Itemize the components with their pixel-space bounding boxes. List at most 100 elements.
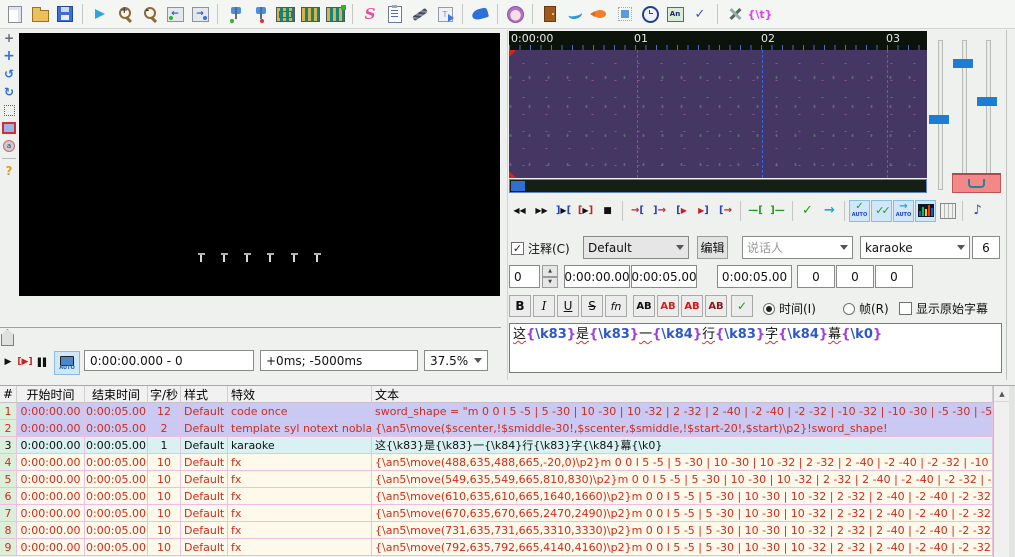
show-original-checkbox[interactable]: 显示原始字幕	[899, 300, 988, 317]
row-end-time[interactable]: 0:00:05.00	[85, 539, 148, 556]
row-index[interactable]: 1	[0, 403, 17, 420]
auto-scroll-toggle[interactable]: → AUTO	[893, 199, 914, 222]
row-text[interactable]: {\an5\move(488,635,488,665,-20,0)\p2}m 0…	[372, 454, 993, 471]
video-auto-seek-toggle[interactable]: AUTO	[54, 351, 80, 375]
audio-spectrogram[interactable]	[509, 50, 927, 178]
row-text[interactable]: {\an5\move($scenter,!$smiddle-30!,$scent…	[372, 420, 993, 437]
auto-commit-toggle[interactable]: ✓ AUTO	[849, 199, 870, 222]
shadow-color-button[interactable]: AB	[705, 295, 727, 317]
table-row[interactable]: 6 0:00:00.00 0:00:05.00 10 Default fx {\…	[0, 488, 1015, 505]
row-effect[interactable]: fx	[228, 522, 372, 539]
zoom-in-icon[interactable]: +	[114, 3, 136, 25]
volume-slider[interactable]	[986, 40, 991, 190]
snap-icon[interactable]	[614, 3, 636, 25]
row-style[interactable]: Default	[181, 471, 228, 488]
comment-checkbox[interactable]: 注释(C)	[511, 240, 570, 257]
underline-button[interactable]: U	[557, 295, 579, 317]
video-play-icon[interactable]: ▶	[2, 351, 14, 373]
karaoke-split-toggle[interactable]	[937, 200, 958, 222]
start-time-field[interactable]: 0:00:00.00	[564, 265, 630, 288]
play-500ms-after-button[interactable]: [→	[715, 200, 736, 222]
row-end-time[interactable]: 0:00:05.00	[85, 505, 148, 522]
row-start-time[interactable]: 0:00:00.00	[17, 488, 85, 505]
table-row[interactable]: 4 0:00:00.00 0:00:05.00 10 Default fx {\…	[0, 454, 1015, 471]
radio-icon[interactable]	[843, 302, 855, 315]
seek-prev-icon[interactable]: ←	[164, 3, 186, 25]
style-select[interactable]: Default	[583, 236, 689, 259]
row-end-time[interactable]: 0:00:05.00	[85, 454, 148, 471]
kanji-timer-icon[interactable]	[504, 3, 526, 25]
row-text[interactable]: 这{\k83}是{\k83}一{\k84}行{\k83}字{\k84}幕{\k0…	[372, 437, 993, 454]
vector-clip-tool-icon[interactable]: a	[1, 138, 17, 154]
volume-handle[interactable]	[977, 97, 997, 106]
row-effect[interactable]: fx	[228, 454, 372, 471]
row-start-time[interactable]: 0:00:00.00	[17, 403, 85, 420]
scroll-up-icon[interactable]: ▲	[994, 386, 1010, 402]
row-start-time[interactable]: 0:00:00.00	[17, 522, 85, 539]
subtitle-text-editor[interactable]: 这{\k83}是{\k83}一{\k84}行{\k83}字{\k84}幕{\k0…	[509, 323, 1002, 373]
options-icon[interactable]	[724, 3, 746, 25]
drag-tool-icon[interactable]: +	[1, 48, 17, 64]
row-index[interactable]: 7	[0, 505, 17, 522]
spin-up-icon[interactable]: ▲	[542, 265, 558, 277]
table-row[interactable]: 2 0:00:00.00 0:00:05.00 2 Default templa…	[0, 420, 1015, 437]
vertical-zoom-handle[interactable]	[953, 59, 973, 68]
row-end-time[interactable]: 0:00:05.00	[85, 471, 148, 488]
row-text[interactable]: {\an5\move(670,635,670,665,2470,2490)\p2…	[372, 505, 993, 522]
go-to-selection-button[interactable]: →	[819, 200, 840, 222]
next-line-button[interactable]: ▶▶	[531, 200, 552, 222]
end-time-field[interactable]: 0:00:05.00	[631, 265, 697, 288]
row-effect[interactable]: template syl notext noblank	[228, 420, 372, 437]
paste-over-icon[interactable]: T	[434, 3, 456, 25]
styles-manager-icon[interactable]: S	[359, 3, 381, 25]
row-effect[interactable]: fx	[228, 488, 372, 505]
play-first-500ms-button[interactable]: [▶	[671, 200, 692, 222]
spell-checker-icon[interactable]: ✓	[689, 3, 711, 25]
properties-icon[interactable]	[384, 3, 406, 25]
add-lead-out-button[interactable]: ] —	[767, 200, 788, 222]
effect-select[interactable]: karaoke	[860, 236, 970, 259]
row-index[interactable]: 8	[0, 522, 17, 539]
video-frame-icon[interactable]	[299, 3, 321, 25]
horizontal-zoom-handle[interactable]	[929, 115, 949, 124]
video-play-line-icon[interactable]: [▶]	[14, 351, 36, 373]
row-cps[interactable]: 2	[148, 420, 181, 437]
audio-scroll-thumb[interactable]	[511, 181, 525, 191]
checkbox-icon[interactable]	[511, 242, 524, 255]
table-row[interactable]: 8 0:00:00.00 0:00:05.00 10 Default fx {\…	[0, 522, 1015, 539]
row-index[interactable]: 4	[0, 454, 17, 471]
row-end-time[interactable]: 0:00:05.00	[85, 437, 148, 454]
outline-color-button[interactable]: AB	[681, 295, 703, 317]
row-index[interactable]: 9	[0, 539, 17, 556]
play-before-selection-button[interactable]: →[	[627, 200, 648, 222]
row-cps[interactable]: 10	[148, 488, 181, 505]
grid-scrollbar[interactable]: ▲	[993, 386, 1010, 557]
row-index[interactable]: 3	[0, 437, 17, 454]
row-cps[interactable]: 1	[148, 437, 181, 454]
music-note-icon[interactable]: ♪	[967, 200, 988, 222]
video-seek-slider[interactable]	[0, 318, 501, 346]
secondary-color-button[interactable]: AB	[657, 295, 679, 317]
row-index[interactable]: 5	[0, 471, 17, 488]
spectrum-analyzer-toggle[interactable]	[915, 199, 936, 222]
scale-tool-icon[interactable]	[1, 102, 17, 118]
row-effect[interactable]: fx	[228, 505, 372, 522]
strikeout-button[interactable]: S	[581, 295, 603, 317]
table-row[interactable]: 1 0:00:00.00 0:00:05.00 12 Default code …	[0, 403, 1015, 420]
auto-next-toggle[interactable]: ✓✓	[871, 199, 892, 222]
row-cps[interactable]: 10	[148, 539, 181, 556]
video-pause-icon[interactable]: ▌▌	[36, 351, 50, 373]
attachments-icon[interactable]	[409, 3, 431, 25]
karaoke-mode-button[interactable]	[952, 173, 1001, 193]
primary-color-button[interactable]: AB	[633, 295, 655, 317]
video-offset-display[interactable]: +0ms; -5000ms	[260, 350, 418, 371]
row-effect[interactable]: fx	[228, 471, 372, 488]
row-effect[interactable]: karaoke	[228, 437, 372, 454]
commit-button[interactable]: ✓	[797, 200, 818, 222]
row-style[interactable]: Default	[181, 522, 228, 539]
margin-left-field[interactable]: 0	[797, 265, 835, 288]
row-end-time[interactable]: 0:00:05.00	[85, 420, 148, 437]
add-lead-in-button[interactable]: —[	[745, 200, 766, 222]
commit-edit-button[interactable]: ✓	[731, 295, 753, 317]
standard-tool-icon[interactable]: +	[1, 30, 17, 46]
